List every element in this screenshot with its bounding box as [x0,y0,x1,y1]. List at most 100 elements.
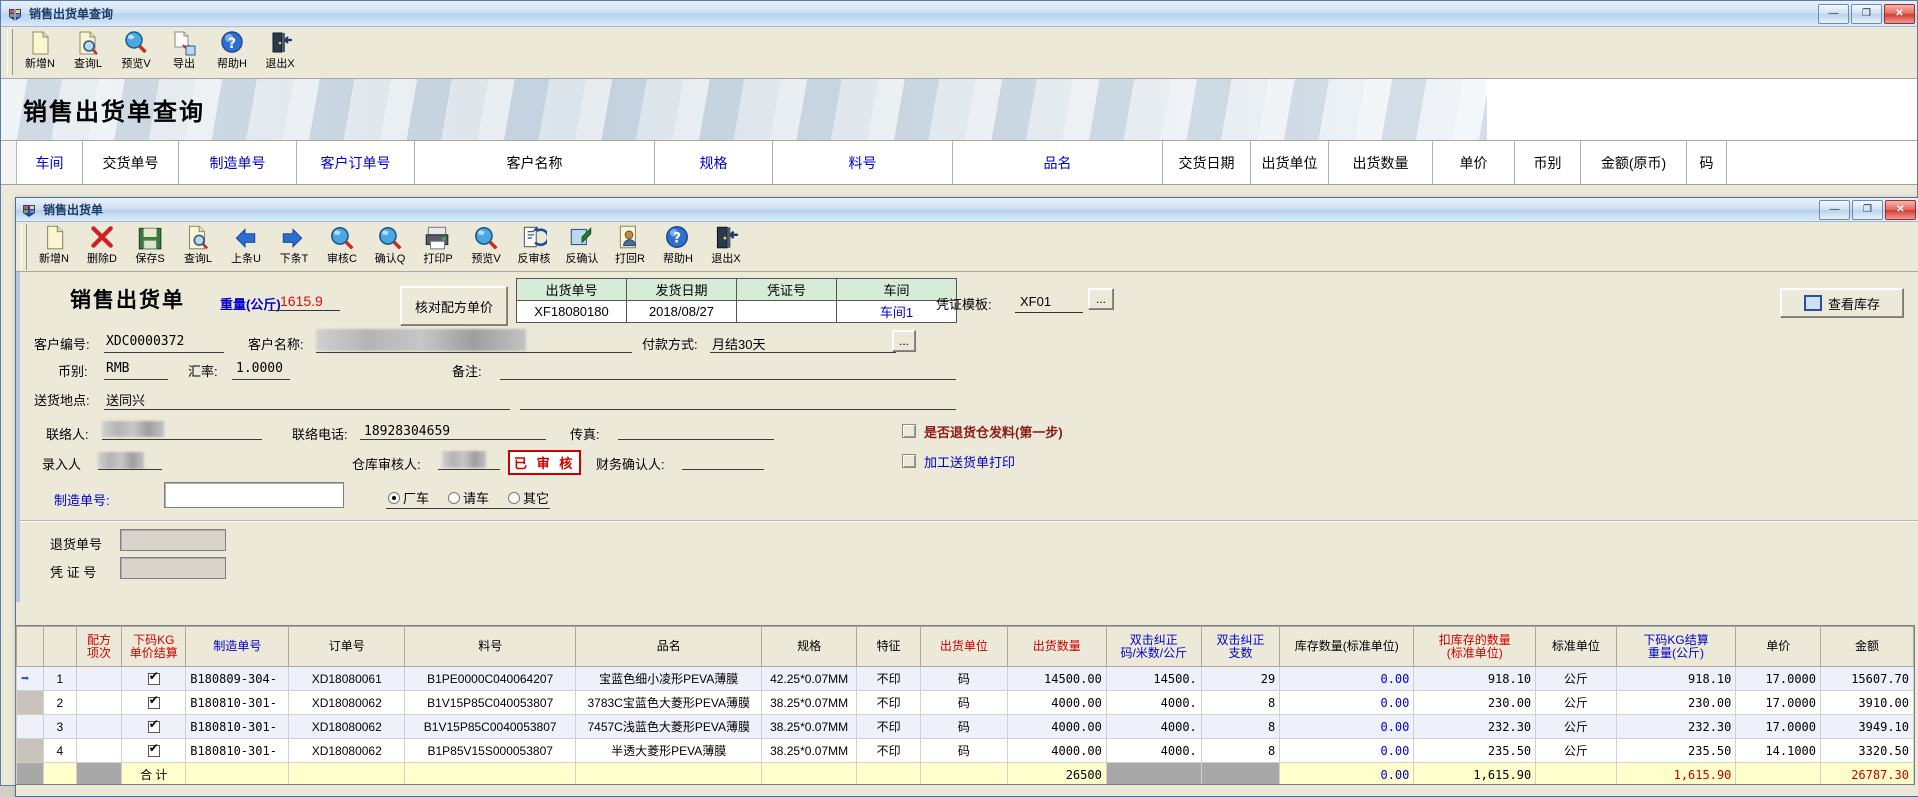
row-selector[interactable]: ➡ [17,667,44,691]
fax-underline[interactable] [618,439,774,440]
child-maximize-button[interactable]: ❐ [1852,200,1883,220]
detail-column-header[interactable] [17,627,44,667]
cell-ship-unit[interactable]: 码 [921,667,1008,691]
cell-ship-qty[interactable]: 4000.00 [1007,691,1106,715]
recipe-seq-cell[interactable] [76,667,121,691]
child-toolbar-button-x[interactable]: 退出X [702,222,750,270]
customer-name-value-redacted[interactable] [316,329,526,351]
transport-option-other[interactable]: 其它 [508,488,549,507]
cell-correct-qty[interactable]: 4000. [1106,715,1201,739]
cell-mfg-no[interactable]: B180809-304- [186,667,289,691]
cell-correct-count[interactable]: 8 [1201,691,1279,715]
recipe-seq-cell[interactable] [76,691,121,715]
child-toolbar-button-[interactable]: 反确认 [558,222,606,270]
row-selector[interactable] [17,691,44,715]
cell-feature[interactable]: 不印 [857,667,921,691]
child-toolbar-button-[interactable]: 反审核 [510,222,558,270]
detail-column-header[interactable]: 双击纠正支数 [1201,627,1279,667]
query-column-header[interactable]: 品名 [953,141,1163,184]
cell-material-no[interactable]: B1V15P85C0040053807 [405,715,576,739]
transport-option-request[interactable]: 请车 [448,488,489,507]
finance-confirm-underline[interactable] [682,469,764,470]
query-column-header[interactable]: 单价 [1433,141,1515,184]
query-column-header[interactable]: 交货日期 [1163,141,1251,184]
cell-product-name[interactable]: 宝蓝色细小凌形PEVA薄膜 [576,667,762,691]
cell-product-name[interactable]: 半透大菱形PEVA薄膜 [576,739,762,763]
detail-column-header[interactable]: 品名 [576,627,762,667]
query-column-header[interactable]: 制造单号 [179,141,297,184]
cell-correct-count[interactable]: 8 [1201,739,1279,763]
child-toolbar-button-p[interactable]: 打印P [414,222,462,270]
detail-column-header[interactable]: 制造单号 [186,627,289,667]
table-row[interactable]: ➡1B180809-304-XD18080061B1PE0000C0400642… [17,667,1914,691]
cell-settle-weight[interactable]: 918.10 [1616,667,1736,691]
cell-amount[interactable]: 3910.00 [1821,691,1914,715]
query-column-header[interactable]: 码 [1687,141,1727,184]
cell-price[interactable]: 17.0000 [1736,715,1821,739]
delivery-place-value[interactable]: 送同兴 [106,390,145,409]
cell-correct-qty[interactable]: 4000. [1106,739,1201,763]
child-toolbar-button-c[interactable]: 审核C [318,222,366,270]
cell-std-unit[interactable]: 公斤 [1536,739,1617,763]
transport-option-factory[interactable]: 厂车 [388,488,429,507]
cell-amount[interactable]: 15607.70 [1821,667,1914,691]
detail-column-header[interactable]: 下码KG单价结算 [122,627,186,667]
cell-settle-weight[interactable]: 230.00 [1616,691,1736,715]
toolbar-query-button[interactable]: 查询L [64,27,112,75]
toolbar-grip[interactable] [7,29,13,75]
cell-ship-qty[interactable]: 14500.00 [1007,667,1106,691]
radio-factory[interactable] [388,492,400,504]
warehouse-auditor-value-redacted[interactable] [442,451,486,468]
cell-feature[interactable]: 不印 [857,715,921,739]
mfg-no-input[interactable] [164,482,344,508]
child-toolbar-button-u[interactable]: 上条U [222,222,270,270]
settle-checkbox-cell[interactable] [122,691,186,715]
cell-std-unit[interactable]: 公斤 [1536,715,1617,739]
toolbar-exit-button[interactable]: 退出X [256,27,304,75]
cell-mfg-no[interactable]: B180810-301- [186,739,289,763]
close-button[interactable]: ✕ [1884,4,1915,24]
query-column-header[interactable]: 出货单位 [1251,141,1329,184]
phone-value[interactable]: 18928304659 [364,424,450,439]
child-toolbar-button-h[interactable]: ?帮助H [654,222,702,270]
cell-amount[interactable]: 3320.50 [1821,739,1914,763]
cell-spec[interactable]: 38.25*0.07MM [762,691,857,715]
cell-order-no[interactable]: XD18080061 [289,667,405,691]
customer-code-value[interactable]: XDC0000372 [106,334,184,349]
query-column-header[interactable]: 出货数量 [1329,141,1433,184]
cell-std-unit[interactable]: 公斤 [1536,667,1617,691]
detail-grid[interactable]: 配方项次下码KG单价结算制造单号订单号料号品名规格特征出货单位出货数量双击纠正码… [15,625,1915,785]
query-column-header[interactable]: 交货单号 [83,141,179,184]
recipe-seq-cell[interactable] [76,715,121,739]
cell-correct-qty[interactable]: 4000. [1106,691,1201,715]
cell-spec[interactable]: 42.25*0.07MM [762,667,857,691]
cell-deduct-qty[interactable]: 232.30 [1414,715,1536,739]
cell-correct-count[interactable]: 8 [1201,715,1279,739]
detail-column-header[interactable]: 单价 [1736,627,1821,667]
child-close-button[interactable]: ✕ [1885,200,1916,220]
radio-other[interactable] [508,492,520,504]
detail-column-header[interactable]: 规格 [762,627,857,667]
settle-checkbox-cell[interactable] [122,739,186,763]
query-column-header[interactable]: 车间 [17,141,83,184]
voucher-no-input[interactable] [120,557,226,579]
detail-column-header[interactable]: 金额 [1821,627,1914,667]
detail-column-header[interactable]: 库存数量(标准单位) [1280,627,1414,667]
cell-product-name[interactable]: 3783C宝蓝色大菱形PEVA薄膜 [576,691,762,715]
cell-stock-qty[interactable]: 0.00 [1280,739,1414,763]
value-ship-no[interactable]: XF18080180 [517,301,627,323]
settle-checkbox-cell[interactable] [122,715,186,739]
child-toolbar-button-l[interactable]: 查询L [174,222,222,270]
contact-value-redacted[interactable] [102,421,164,437]
toolbar-export-button[interactable]: 导出 [160,27,208,75]
return-material-checkbox[interactable] [902,424,916,438]
cell-spec[interactable]: 38.25*0.07MM [762,715,857,739]
detail-column-header[interactable]: 特征 [857,627,921,667]
table-row[interactable]: 4B180810-301-XD18080062B1P85V15S00005380… [17,739,1914,763]
radio-request[interactable] [448,492,460,504]
query-column-header[interactable]: 客户订单号 [297,141,415,184]
toolbar-preview-button[interactable]: 预览V [112,27,160,75]
child-toolbar-button-n[interactable]: 新增N [30,222,78,270]
currency-value[interactable]: RMB [106,361,129,376]
rate-value[interactable]: 1.0000 [236,361,283,376]
